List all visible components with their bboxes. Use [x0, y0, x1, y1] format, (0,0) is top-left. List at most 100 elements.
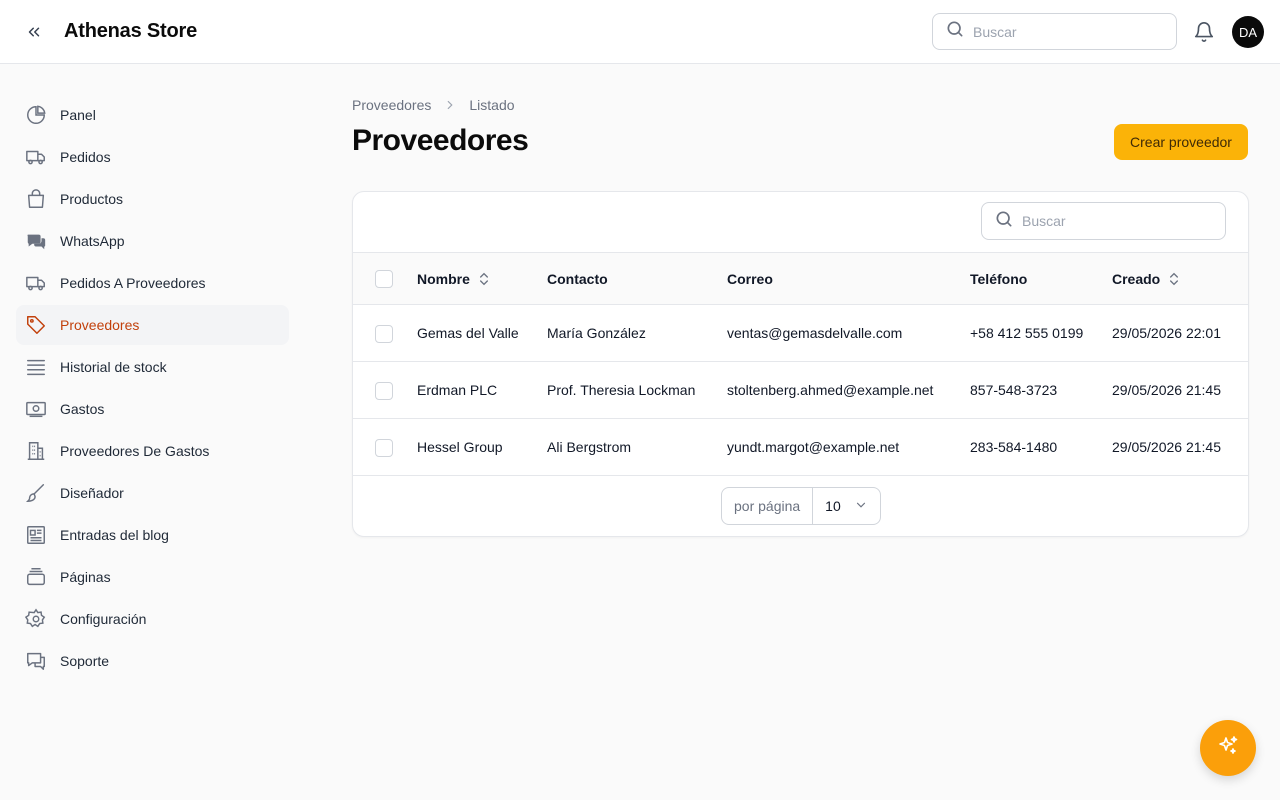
search-icon	[945, 19, 965, 44]
cell-nombre: Hessel Group	[417, 439, 503, 455]
sidebar-item-label: Panel	[60, 107, 96, 123]
bell-icon[interactable]	[1192, 20, 1216, 44]
cell-contacto: Ali Bergstrom	[547, 439, 632, 455]
sidebar-item-label: Soporte	[60, 653, 110, 669]
cell-correo: stoltenberg.ahmed@example.net	[727, 382, 934, 398]
sidebar-item-label: Entradas del blog	[60, 527, 169, 543]
search-icon	[994, 209, 1014, 234]
cell-nombre: Gemas del Valle	[417, 325, 519, 341]
cell-creado: 29/05/2026 21:45	[1112, 382, 1221, 398]
column-header-creado[interactable]: Creado	[1112, 271, 1182, 287]
column-header-correo: Correo	[727, 271, 773, 287]
cell-contacto: Prof. Theresia Lockman	[547, 382, 696, 398]
sidebar-item-label: Productos	[60, 191, 124, 207]
table-header: Nombre Contacto Correo Teléfono Creado	[353, 252, 1248, 305]
top-bar: Athenas Store DA	[0, 0, 1280, 64]
stack-icon	[24, 565, 48, 589]
sort-icon	[1166, 271, 1182, 287]
sidebar-item-gastos[interactable]: Gastos	[16, 389, 289, 429]
cell-correo: yundt.margot@example.net	[727, 439, 900, 455]
per-page-value: 10	[825, 498, 841, 514]
chevron-down-icon	[854, 498, 868, 515]
sidebar-item-proveedores[interactable]: Proveedores	[16, 305, 289, 345]
sidebar-item-blog[interactable]: Entradas del blog	[16, 515, 289, 555]
avatar[interactable]: DA	[1232, 16, 1264, 48]
sidebar-item-label: Gastos	[60, 401, 105, 417]
column-label: Correo	[727, 271, 773, 287]
sidebar-item-label: WhatsApp	[60, 233, 125, 249]
column-label: Teléfono	[970, 271, 1028, 287]
row-checkbox[interactable]	[375, 325, 393, 343]
cell-creado: 29/05/2026 21:45	[1112, 439, 1221, 455]
column-header-nombre[interactable]: Nombre	[417, 271, 492, 287]
sidebar-item-proveedores-gastos[interactable]: Proveedores De Gastos	[16, 431, 289, 471]
row-checkbox[interactable]	[375, 382, 393, 400]
cell-correo: ventas@gemasdelvalle.com	[727, 325, 903, 341]
sidebar-item-pedidos-proveedores[interactable]: Pedidos A Proveedores	[16, 263, 289, 303]
create-supplier-button[interactable]: Crear proveedor	[1114, 124, 1248, 160]
tag-icon	[24, 313, 48, 337]
cell-telefono: 857-548-3723	[970, 382, 1058, 398]
sidebar-item-label: Proveedores De Gastos	[60, 443, 210, 459]
sidebar-item-label: Historial de stock	[60, 359, 167, 375]
table-row[interactable]: Erdman PLC Prof. Theresia Lockman stolte…	[353, 362, 1248, 419]
sidebar-item-paginas[interactable]: Páginas	[16, 557, 289, 597]
sort-icon	[476, 271, 492, 287]
column-label: Contacto	[547, 271, 608, 287]
sidebar-item-soporte[interactable]: Soporte	[16, 641, 289, 681]
sidebar-item-panel[interactable]: Panel	[16, 95, 289, 135]
sparkles-icon	[1216, 734, 1240, 763]
sidebar-item-productos[interactable]: Productos	[16, 179, 289, 219]
column-label: Creado	[1112, 271, 1161, 287]
sidebar-item-whatsapp[interactable]: WhatsApp	[16, 221, 289, 261]
chevron-right-icon	[443, 98, 457, 112]
table-row[interactable]: Gemas del Valle María González ventas@ge…	[353, 305, 1248, 362]
newspaper-icon	[24, 523, 48, 547]
ai-assistant-button[interactable]	[1200, 720, 1256, 776]
per-page-label: por página	[722, 488, 814, 524]
support-chat-icon	[24, 649, 48, 673]
cell-nombre: Erdman PLC	[417, 382, 498, 398]
select-all-checkbox[interactable]	[375, 270, 393, 288]
table-search[interactable]	[981, 202, 1226, 240]
cell-telefono: 283-584-1480	[970, 439, 1058, 455]
paintbrush-icon	[24, 481, 48, 505]
sidebar-item-historial-stock[interactable]: Historial de stock	[16, 347, 289, 387]
per-page-select[interactable]: 10	[813, 498, 880, 515]
column-header-contacto: Contacto	[547, 271, 608, 287]
suppliers-table-card: Nombre Contacto Correo Teléfono Creado G…	[352, 191, 1249, 537]
cell-telefono: +58 412 555 0199	[970, 325, 1084, 341]
list-icon	[24, 355, 48, 379]
sidebar-item-configuracion[interactable]: Configuración	[16, 599, 289, 639]
pie-chart-icon	[24, 103, 48, 127]
column-label: Nombre	[417, 271, 470, 287]
sidebar-item-label: Páginas	[60, 569, 111, 585]
cell-contacto: María González	[547, 325, 646, 341]
global-search-input[interactable]	[973, 23, 1153, 40]
sidebar-item-label: Configuración	[60, 611, 147, 627]
banknote-icon	[24, 397, 48, 421]
shopping-bag-icon	[24, 187, 48, 211]
brand-title: Athenas Store	[64, 20, 197, 42]
sidebar-item-label: Proveedores	[60, 317, 140, 333]
global-search[interactable]	[932, 13, 1177, 50]
sidebar-item-disenador[interactable]: Diseñador	[16, 473, 289, 513]
table-row[interactable]: Hessel Group Ali Bergstrom yundt.margot@…	[353, 419, 1248, 476]
truck-icon	[24, 271, 48, 295]
collapse-sidebar-icon[interactable]	[22, 20, 46, 44]
sidebar-item-pedidos[interactable]: Pedidos	[16, 137, 289, 177]
truck-icon	[24, 145, 48, 169]
row-checkbox[interactable]	[375, 439, 393, 457]
sidebar-item-label: Pedidos A Proveedores	[60, 275, 206, 291]
building-icon	[24, 439, 48, 463]
sidebar-item-label: Pedidos	[60, 149, 111, 165]
breadcrumb: Proveedores Listado	[352, 97, 515, 113]
breadcrumb-parent-link[interactable]: Proveedores	[352, 97, 431, 113]
cell-creado: 29/05/2026 22:01	[1112, 325, 1221, 341]
gear-icon	[24, 607, 48, 631]
per-page-selector: por página 10	[721, 487, 881, 525]
sidebar: Panel Pedidos Productos WhatsApp Pedidos…	[16, 95, 289, 683]
table-search-input[interactable]	[1022, 213, 1202, 229]
column-header-telefono: Teléfono	[970, 271, 1027, 287]
breadcrumb-current: Listado	[469, 97, 515, 113]
